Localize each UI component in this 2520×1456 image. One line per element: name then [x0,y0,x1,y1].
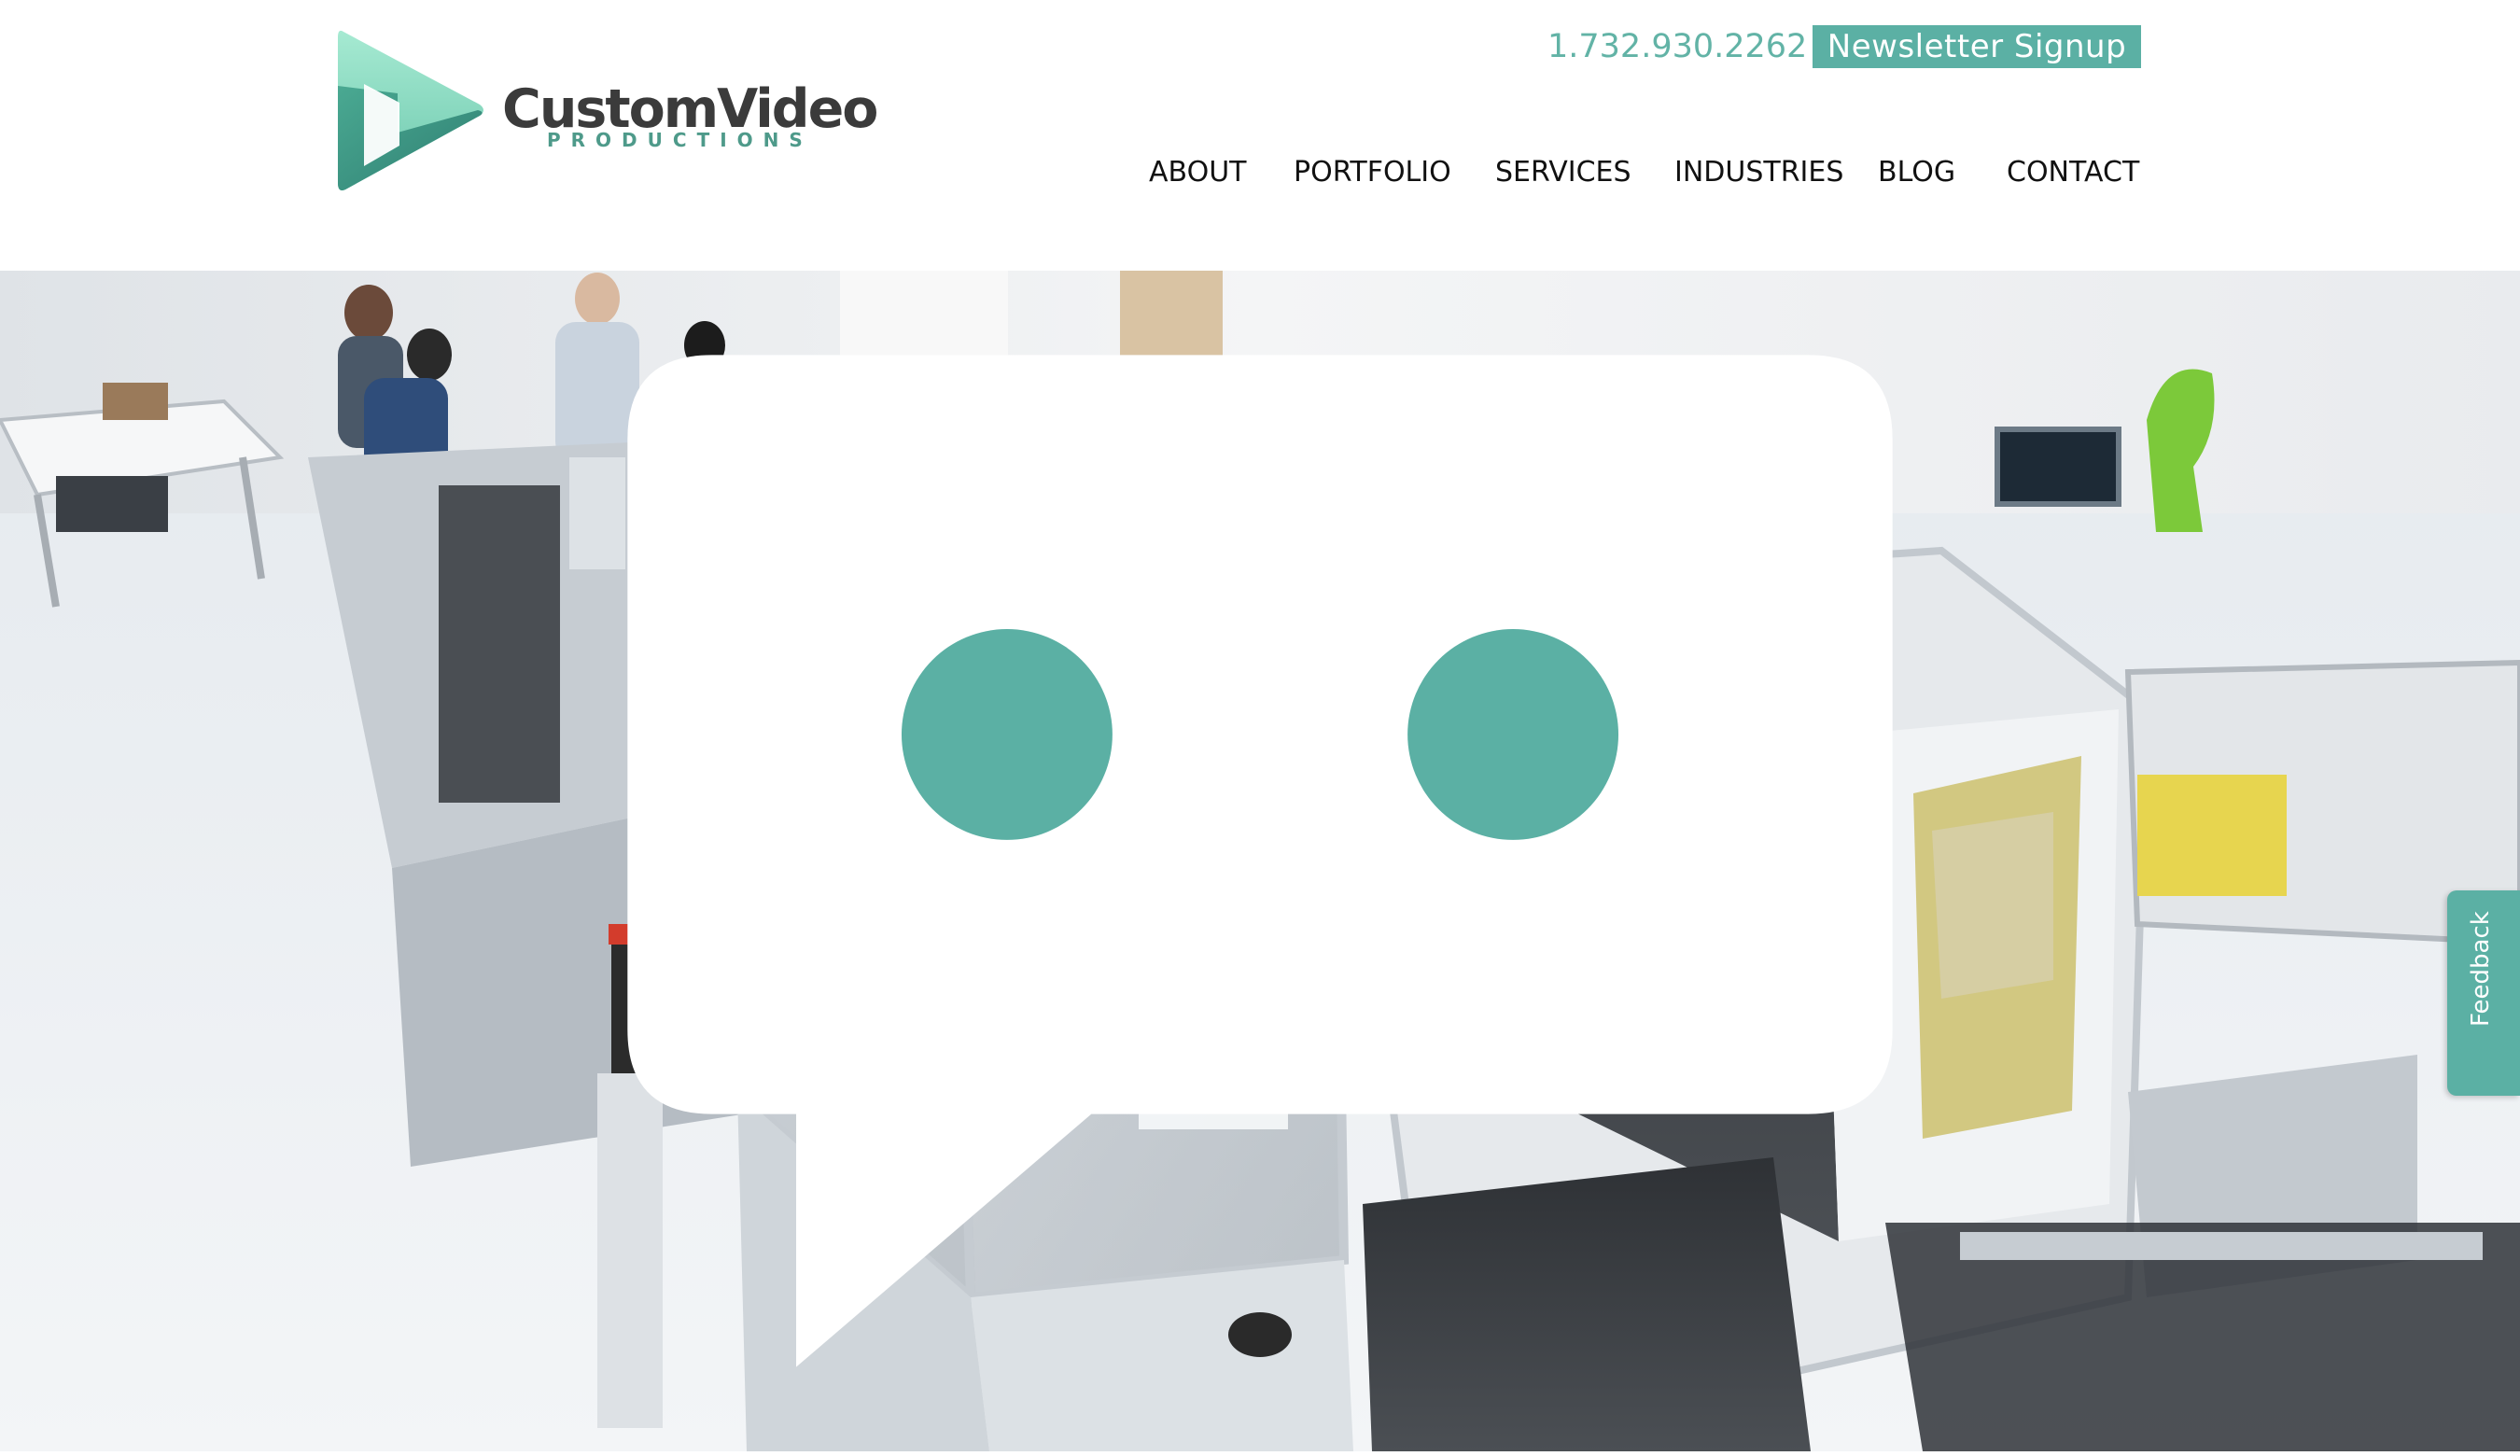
chat-icon [627,355,1893,1367]
page: CustomVideo PRODUCTIONS 1.732.930.2262 N… [0,0,2520,1456]
main-nav: ABOUT PORTFOLIO SERVICES INDUSTRIES BLOG… [0,149,2520,196]
logo-subtitle: PRODUCTIONS [547,129,813,151]
site-header: CustomVideo PRODUCTIONS 1.732.930.2262 N… [0,0,2520,271]
hero-banner: Feedback [0,271,2520,1451]
nav-services[interactable]: SERVICES [1495,149,1631,196]
nav-industries[interactable]: INDUSTRIES [1674,149,1843,196]
phone-link[interactable]: 1.732.930.2262 [1547,22,1807,71]
nav-blog[interactable]: BLOG [1878,149,1955,196]
nav-portfolio[interactable]: PORTFOLIO [1294,149,1451,196]
nav-about[interactable]: ABOUT [1149,149,1246,196]
newsletter-signup-button[interactable]: Newsletter Signup [1813,25,2141,68]
nav-contact[interactable]: CONTACT [2007,149,2139,196]
